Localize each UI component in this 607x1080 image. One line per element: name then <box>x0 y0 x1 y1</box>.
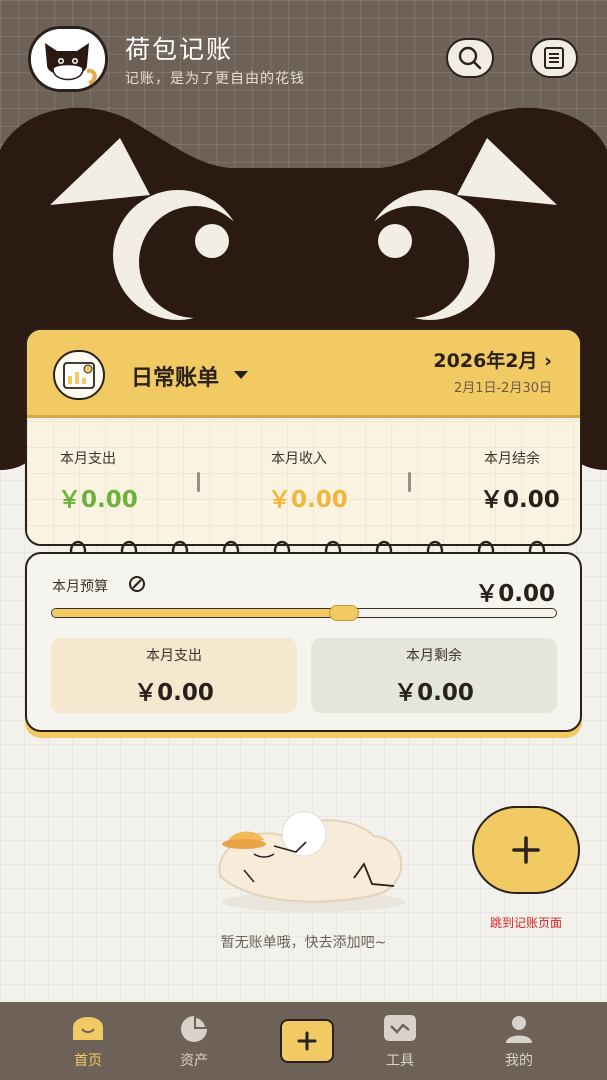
avatar-cat-icon <box>31 29 105 89</box>
edit-icon[interactable] <box>127 574 147 594</box>
avatar[interactable] <box>28 26 108 92</box>
account-book-icon <box>63 362 95 389</box>
budget-remaining-value: ￥0.00 <box>394 679 474 706</box>
budget-slider-knob[interactable] <box>329 605 360 621</box>
home-icon <box>70 1014 106 1044</box>
stat-expense-value: ￥0.00 <box>58 487 138 513</box>
month-selector[interactable]: 2026年2月 › <box>433 346 552 373</box>
tab-assets[interactable]: 资产 <box>144 1002 244 1080</box>
app-title: 荷包记账 <box>125 35 234 64</box>
budget-card: 本月预算 ￥0.00 本月支出 ￥0.00 本月剩余 ￥0.00 <box>25 552 582 732</box>
divider <box>197 472 200 492</box>
budget-label: 本月预算 <box>52 579 108 595</box>
period-range: 2月1日-2月30日 <box>453 381 552 396</box>
empty-state-illustration <box>218 811 406 912</box>
chevron-right-icon: › <box>544 350 552 372</box>
bill-list-icon <box>544 47 564 69</box>
book-selector[interactable]: 日常账单 <box>131 360 219 392</box>
tab-add-button[interactable] <box>280 1019 334 1063</box>
add-record-fab[interactable] <box>472 806 580 894</box>
tab-home-label: 首页 <box>74 1053 102 1069</box>
budget-remaining-label: 本月剩余 <box>406 647 462 664</box>
empty-state-text: 暂无账单哦，快去添加吧~ <box>220 935 387 951</box>
search-icon <box>458 46 482 70</box>
stat-income-label: 本月收入 <box>271 451 327 467</box>
month-label: 2026年2月 <box>433 350 538 372</box>
ledger-header: 日常账单 2026年2月 › 2月1日-2月30日 <box>27 330 580 418</box>
budget-remaining-box: 本月剩余 ￥0.00 <box>311 638 557 713</box>
budget-total: ￥0.00 <box>475 581 555 607</box>
stat-balance-label: 本月结余 <box>484 451 540 467</box>
plus-icon <box>512 836 540 864</box>
budget-expense-box: 本月支出 ￥0.00 <box>51 638 297 713</box>
tab-home[interactable]: 首页 <box>38 1002 138 1080</box>
tab-tools[interactable]: 工具 <box>350 1002 450 1080</box>
stat-balance-value: ￥0.00 <box>480 487 560 513</box>
stat-income-value: ￥0.00 <box>268 487 348 513</box>
fab-caption: 跳到记账页面 <box>489 916 562 930</box>
divider <box>408 472 411 492</box>
search-button[interactable] <box>446 38 494 78</box>
user-icon <box>501 1014 537 1044</box>
budget-expense-value: ￥0.00 <box>134 679 214 706</box>
app-subtitle: 记账，是为了更自由的花钱 <box>125 71 305 87</box>
tab-mine-label: 我的 <box>505 1053 533 1069</box>
bill-list-button[interactable] <box>530 38 578 78</box>
tab-assets-label: 资产 <box>180 1053 208 1069</box>
tab-tools-label: 工具 <box>386 1053 414 1069</box>
pie-chart-icon <box>176 1014 212 1044</box>
caret-down-icon[interactable] <box>233 370 249 380</box>
budget-progress-fill <box>52 609 345 617</box>
stat-expense-label: 本月支出 <box>60 451 116 467</box>
tab-mine[interactable]: 我的 <box>469 1002 569 1080</box>
add-icon <box>297 1031 317 1051</box>
tools-icon <box>382 1014 418 1044</box>
book-icon-button[interactable] <box>53 350 105 400</box>
budget-expense-label: 本月支出 <box>146 647 202 664</box>
budget-progress-track <box>51 608 557 618</box>
